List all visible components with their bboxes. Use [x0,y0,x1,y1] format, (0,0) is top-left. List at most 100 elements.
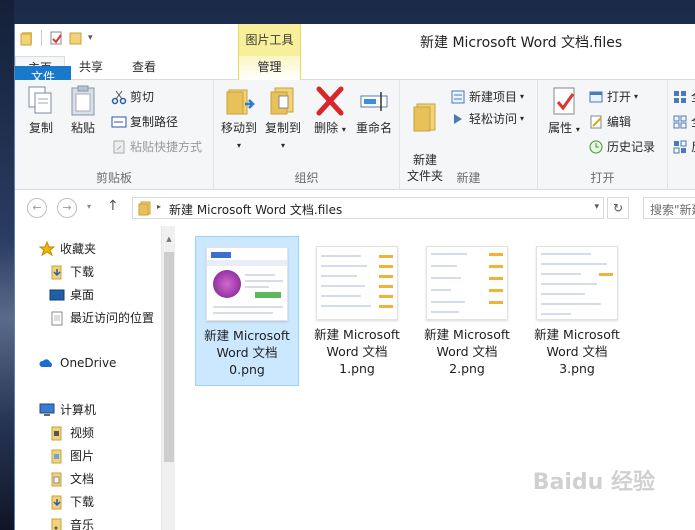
rename-icon [360,92,388,111]
nav-onedrive[interactable]: OneDrive [39,355,116,371]
paste-button[interactable]: 粘贴 [63,84,103,136]
music-folder-icon [51,518,62,530]
up-arrow-icon[interactable]: ↑ [107,198,119,214]
paste-label: 粘贴 [70,121,95,135]
paste-shortcut-button[interactable]: 粘贴快捷方式 [111,138,202,155]
nav-onedrive-label: OneDrive [60,356,117,370]
delete-button[interactable]: 删除 ▾ [312,84,348,138]
copy-to-icon [270,87,294,115]
nav-downloads-computer-label: 下载 [70,495,95,509]
documents-folder-icon [51,472,62,486]
select-all-label: 全 [691,88,695,105]
file-thumbnail [316,246,398,320]
rename-button[interactable]: 重命名 [352,84,396,136]
copy-to-button[interactable]: 复制到 ▾ [262,84,304,154]
computer-icon [39,403,55,416]
delete-dropdown-icon: ▾ [341,125,346,134]
organize-group-label: 组织 [294,171,319,185]
nav-videos-label: 视频 [70,426,95,440]
history-button[interactable]: 历史记录 [588,138,655,155]
cut-button[interactable]: 剪切 [111,88,154,105]
nav-documents[interactable]: 文档 [49,470,94,487]
copy-path-icon [111,116,127,127]
new-folder-icon-large [413,103,436,132]
nav-computer[interactable]: 计算机 [39,401,96,418]
properties-icon[interactable] [48,30,64,46]
window-title: 新建 Microsoft Word 文档.files [420,35,623,51]
scroll-up-icon[interactable]: ▲ [162,232,176,246]
select-all-button[interactable]: 全 [672,88,695,105]
nav-favorites[interactable]: 收藏夹 [39,240,96,257]
new-folder-icon[interactable] [68,30,84,46]
tab-manage[interactable]: 管理 [238,56,301,80]
new-item-dropdown-icon: ▾ [520,92,525,101]
select-none-icon [673,115,687,128]
edit-icon [590,115,602,128]
move-to-button[interactable]: 移动到 ▾ [218,84,260,154]
ribbon: 复制 粘贴 剪切 复制路径 粘贴快捷方式 剪贴板 移动到 ▾ 复制到 ▾ 删除 … [15,80,695,190]
open-label: 打开 [607,90,632,104]
file-item[interactable]: 新建 Microsoft Word 文档 1.png [305,236,409,386]
search-input[interactable]: 搜索"新建 [643,197,695,219]
address-bar[interactable]: ▸ 新建 Microsoft Word 文档.files ▾ [132,197,604,219]
nav-downloads-computer[interactable]: 下载 [49,493,94,510]
nav-desktop[interactable]: 桌面 [49,286,94,303]
history-icon [589,140,603,153]
picture-tools-header: 图片工具 [238,24,301,56]
nav-favorites-label: 收藏夹 [60,242,97,256]
new-item-icon [451,90,465,103]
invert-selection-label: 反 [691,138,695,155]
file-item[interactable]: 新建 Microsoft Word 文档 0.png [195,236,299,386]
forward-button[interactable]: → [57,198,77,218]
invert-selection-button[interactable]: 反 [672,138,695,155]
nav-recent[interactable]: 最近访问的位置 [49,309,154,326]
recent-locations-icon[interactable]: ▾ [87,202,91,211]
new-item-button[interactable]: 新建项目 ▾ [450,88,524,105]
back-arrow-icon: ← [32,201,42,214]
ribbon-tabs: 文件 主页 共享 查看 管理 [15,56,695,216]
folder-icon[interactable] [19,30,35,46]
address-path: 新建 Microsoft Word 文档.files [169,203,343,217]
open-icon [589,91,603,102]
nav-music[interactable]: 音乐 [49,516,94,530]
edit-label: 编辑 [607,115,632,129]
properties-button[interactable]: 属性 ▾ [544,84,584,138]
back-button[interactable]: ← [27,198,47,218]
breadcrumb-chevron-icon[interactable]: ▸ [157,202,161,211]
nav-scrollbar[interactable]: ▲ [161,226,175,530]
videos-folder-icon [51,426,62,440]
properties-label: 属性 [548,121,573,135]
file-item[interactable]: 新建 Microsoft Word 文档 2.png [415,236,519,386]
refresh-button[interactable]: ↻ [607,197,629,219]
scroll-thumb[interactable] [164,252,174,462]
copy-path-label: 复制路径 [130,115,179,129]
address-dropdown-icon[interactable]: ▾ [594,202,599,212]
nav-videos[interactable]: 视频 [49,424,94,441]
edit-button[interactable]: 编辑 [588,113,631,130]
watermark: Baidu 经验 [532,470,655,495]
select-none-label: 全 [691,113,695,130]
qat-dropdown-icon[interactable]: ▾ [88,33,93,43]
file-name: 新建 Microsoft Word 文档 1.png [314,327,400,376]
organize-group: 移动到 ▾ 复制到 ▾ 删除 ▾ 重命名 组织 [214,80,400,190]
open-button[interactable]: 打开 ▾ [588,88,638,105]
file-item[interactable]: 新建 Microsoft Word 文档 3.png [525,236,629,386]
paste-shortcut-label: 粘贴快捷方式 [130,140,203,154]
file-thumbnail [536,246,618,320]
nav-pictures[interactable]: 图片 [49,447,94,464]
easy-access-label: 轻松访问 [469,112,518,126]
open-group-label: 打开 [590,171,615,185]
title-bar: ▾ 图片工具 新建 Microsoft Word 文档.files [15,24,695,56]
nav-downloads[interactable]: 下载 [49,263,94,280]
easy-access-button[interactable]: 轻松访问 ▾ [450,110,524,127]
tab-view[interactable]: 查看 [117,56,171,80]
tab-share[interactable]: 共享 [65,56,117,80]
easy-access-dropdown-icon: ▾ [520,114,525,123]
history-label: 历史记录 [607,140,656,154]
copy-button[interactable]: 复制 [21,84,61,136]
copy-path-button[interactable]: 复制路径 [111,113,178,130]
file-name: 新建 Microsoft Word 文档 0.png [204,328,290,377]
cloud-icon [39,359,52,367]
select-none-button[interactable]: 全 [672,113,695,130]
folder-icon [138,201,151,216]
